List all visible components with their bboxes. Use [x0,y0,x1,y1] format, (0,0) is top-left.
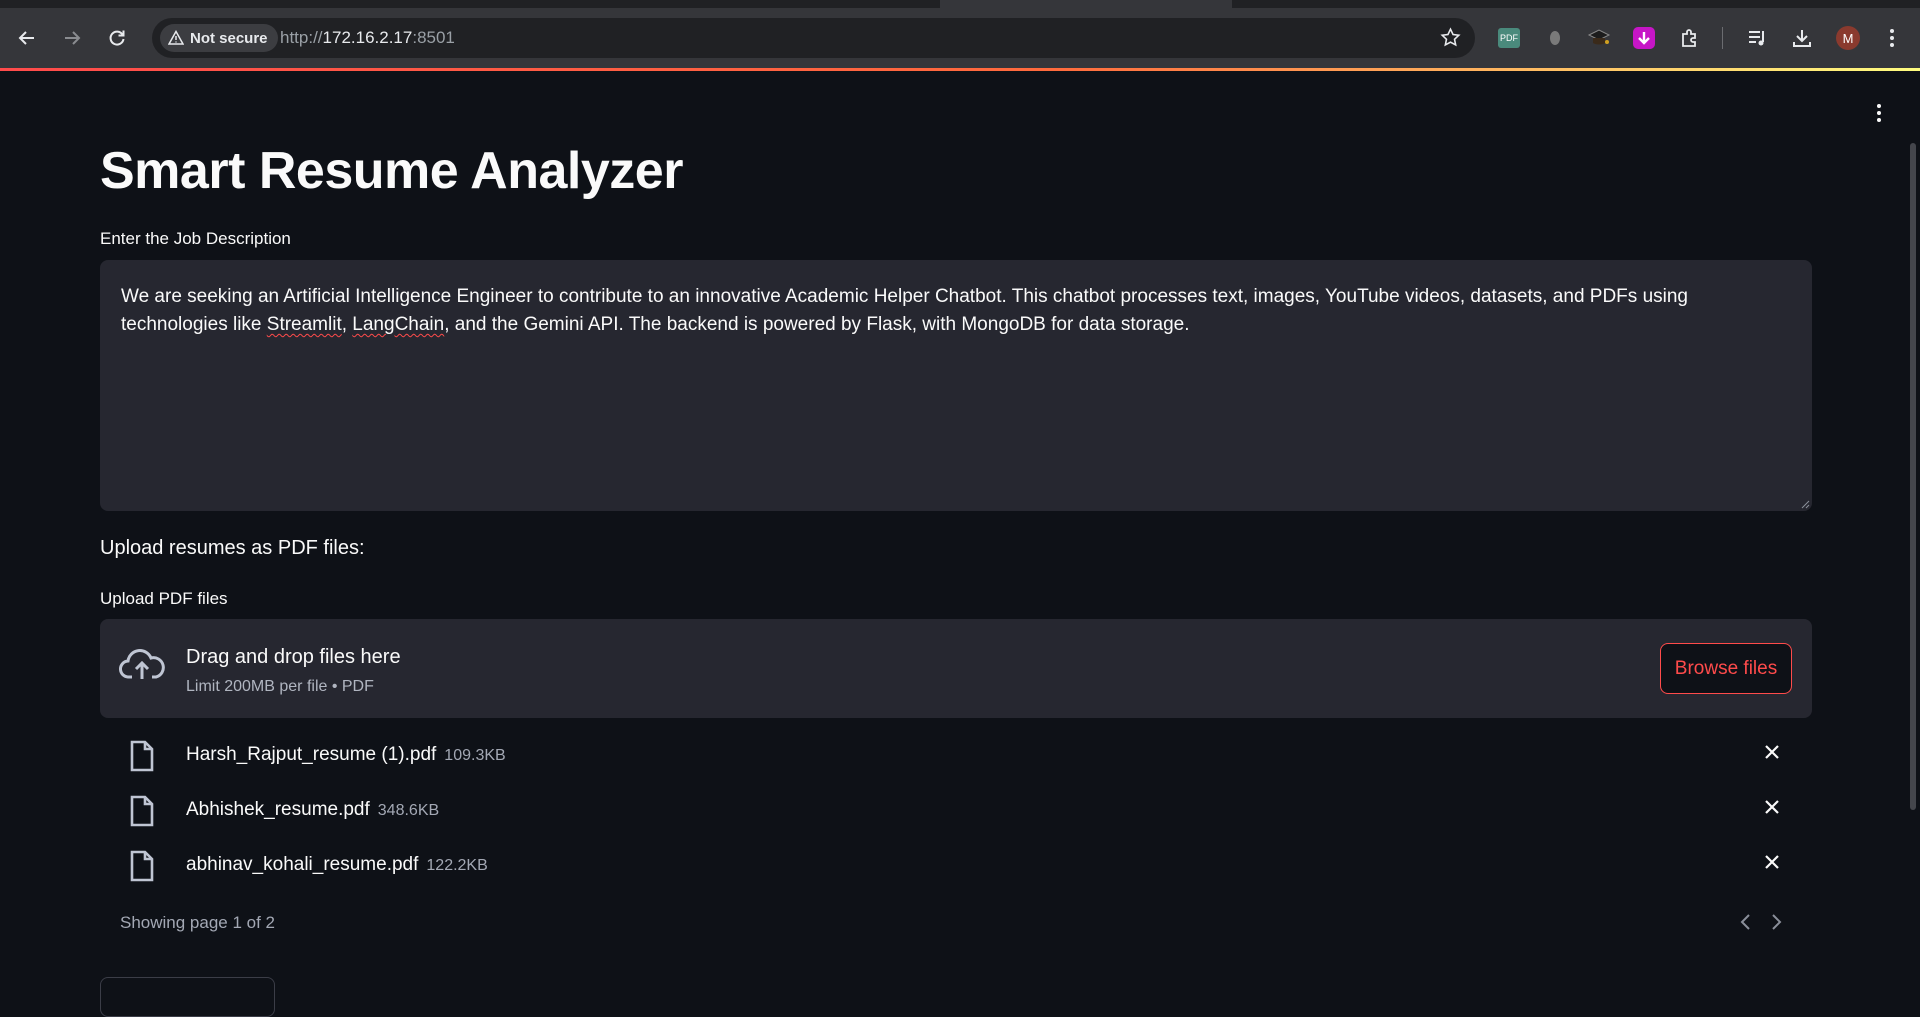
page-title: Smart Resume Analyzer [100,142,683,200]
upload-section-text: Upload resumes as PDF files: [100,537,365,559]
file-icon [128,850,156,887]
file-name: Abhishek_resume.pdf [186,799,370,820]
file-size: 348.6KB [377,802,440,819]
pagination-status: Showing page 1 of 2 [120,913,276,932]
uploader-label: Upload PDF files [100,589,228,608]
file-icon [128,795,156,832]
upload-cloud-icon [119,646,165,687]
uploaded-file-row: abhinav_kohali_resume.pdf 122.2KB [100,838,1812,893]
scrollbar[interactable] [1910,143,1916,810]
extensions-puzzle-icon[interactable] [1678,26,1702,50]
close-icon[interactable] [1764,854,1780,875]
job-description-text: , [341,314,353,335]
job-description-textarea[interactable]: We are seeking an Artificial Intelligenc… [100,260,1812,511]
app-main: Smart Resume Analyzer Enter the Job Desc… [0,71,1920,1017]
file-name: Harsh_Rajput_resume (1).pdf [186,744,437,765]
file-size: 122.2KB [426,857,488,874]
uploaded-file-row: Abhishek_resume.pdf 348.6KB [100,783,1812,838]
reload-icon[interactable] [102,23,132,53]
address-bar[interactable]: Not secure http://172.16.2.17:8501 [152,18,1475,58]
media-controls-icon[interactable] [1745,26,1769,50]
browser-toolbar: Not secure http://172.16.2.17:8501 PDF M [0,0,1920,68]
forward-arrow-icon[interactable] [57,23,87,53]
dropzone-subtitle: Limit 200MB per file • PDF [186,678,374,695]
close-icon[interactable] [1764,744,1780,765]
file-size: 109.3KB [444,747,506,764]
tab-strip-edge [0,0,940,8]
pdf-extension-icon[interactable]: PDF [1497,26,1521,50]
browse-files-button[interactable]: Browse files [1660,643,1792,694]
tab-strip-edge [1232,0,1920,8]
download-extension-icon[interactable] [1632,26,1656,50]
spellcheck-word: Streamlit [266,314,342,335]
pdf-extension-label: PDF [1498,28,1520,48]
extension-icon-grey[interactable] [1543,26,1567,50]
partially-visible-button[interactable] [100,977,275,1017]
extension-icon-mortarboard[interactable] [1587,26,1611,50]
resize-grip-icon[interactable] [1800,499,1810,509]
profile-avatar[interactable]: M [1836,26,1860,50]
job-description-text: , and the Gemini API. The backend is pow… [444,314,1190,335]
kebab-menu-icon[interactable] [1876,103,1882,128]
warning-triangle-icon [168,30,184,45]
job-description-label: Enter the Job Description [100,229,291,248]
spellcheck-word: LangChain [352,314,445,335]
url-text[interactable]: http://172.16.2.17:8501 [280,28,455,48]
file-name: abhinav_kohali_resume.pdf [186,854,419,875]
file-icon [128,740,156,777]
file-dropzone[interactable]: Drag and drop files here Limit 200MB per… [100,619,1812,718]
back-arrow-icon[interactable] [12,23,42,53]
url-scheme: http:// [280,28,323,47]
downloads-icon[interactable] [1790,26,1814,50]
security-chip[interactable]: Not secure [160,24,278,52]
toolbar-separator [1722,27,1723,49]
star-icon[interactable] [1440,27,1461,53]
chevron-left-icon[interactable] [1738,912,1754,937]
url-port: :8501 [412,28,455,47]
chevron-right-icon[interactable] [1768,912,1784,937]
browser-menu-icon[interactable] [1880,26,1904,50]
dropzone-title: Drag and drop files here [186,646,401,668]
uploaded-file-row: Harsh_Rajput_resume (1).pdf 109.3KB [100,728,1812,783]
security-label: Not secure [190,29,268,47]
url-host: 172.16.2.17 [322,28,413,47]
close-icon[interactable] [1764,799,1780,820]
